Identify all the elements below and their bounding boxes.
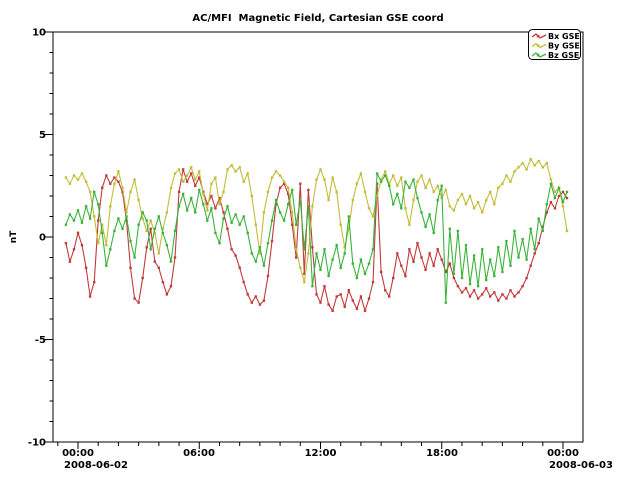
legend-item-bz: Bz GSE: [548, 51, 579, 60]
y-axis-ticks: [45, 32, 53, 442]
legend-box: Bx GSE By GSE Bz GSE: [529, 30, 581, 61]
x-tick-label: 00:00: [62, 448, 94, 459]
y-tick-label: -5: [35, 335, 46, 346]
y-axis-label: nT: [9, 230, 19, 243]
plot-window: AC/MFI Magnetic Field, Cartesian GSE coo…: [0, 0, 640, 480]
legend-item-by: By GSE: [548, 42, 580, 51]
y-tick-label: 10: [32, 28, 46, 39]
x-axis-end-date: 2008-06-03: [549, 460, 613, 471]
series-bx-gse: [65, 168, 569, 312]
x-tick-label: 06:00: [183, 448, 215, 459]
magnetic-field-chart: AC/MFI Magnetic Field, Cartesian GSE coo…: [0, 0, 640, 480]
y-tick-label: 0: [39, 233, 46, 244]
x-axis-start-date: 2008-06-02: [64, 460, 128, 471]
x-tick-labels: 00:00 06:00 12:00 18:00 00:00 2008-06-02…: [62, 448, 613, 471]
x-tick-label: 00:00: [547, 448, 579, 459]
x-tick-label: 18:00: [426, 448, 458, 459]
y-tick-label: -10: [28, 438, 46, 449]
plot-frame: [53, 32, 583, 442]
chart-title: AC/MFI Magnetic Field, Cartesian GSE coo…: [192, 13, 443, 24]
y-tick-label: 5: [39, 130, 46, 141]
x-tick-label: 12:00: [305, 448, 337, 459]
y-tick-labels: 10 5 0 -5 -10: [28, 28, 46, 449]
series-bz-gse: [65, 172, 569, 303]
data-series: [65, 158, 569, 312]
legend-item-bx: Bx GSE: [548, 32, 580, 41]
